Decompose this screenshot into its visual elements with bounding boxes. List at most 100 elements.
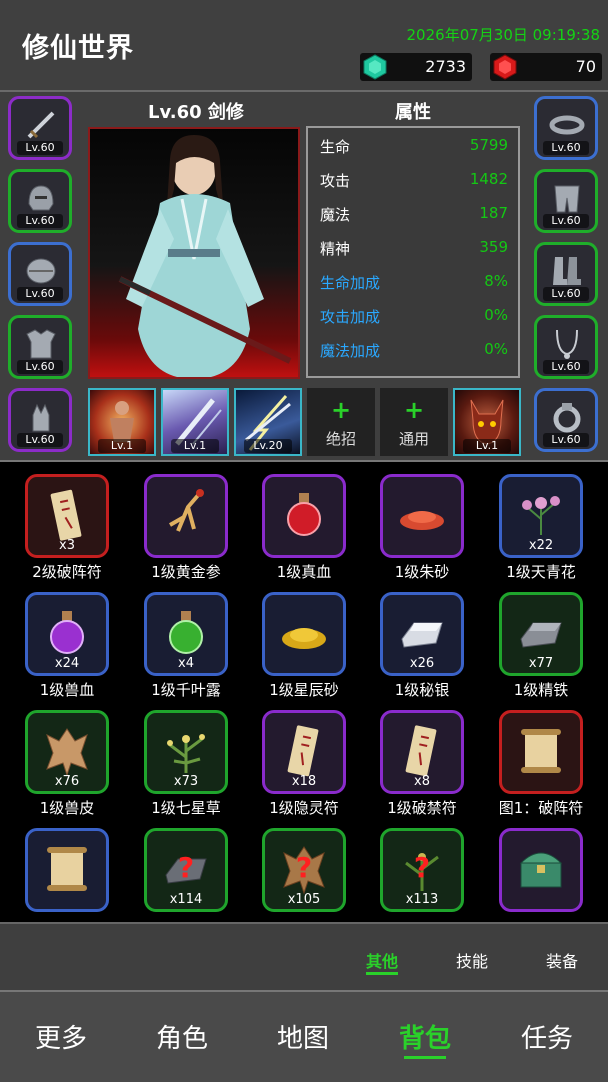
hide-icon <box>46 728 88 777</box>
question-mark-icon: ? <box>295 851 313 884</box>
inventory-item[interactable]: x24 1级兽血 <box>8 580 126 699</box>
attr-row-spirit: 精神 359 <box>320 238 508 258</box>
subtab-skills[interactable]: 技能 <box>456 948 488 972</box>
cinnabar-icon <box>400 511 444 530</box>
ruby-gem-icon <box>492 54 518 80</box>
equip-slot-boots[interactable]: Lv.60 <box>534 242 598 306</box>
inventory-item[interactable]: x8 1级破禁符 <box>363 698 481 817</box>
datetime-display: 2026年07月30日 09:19:38 <box>406 26 600 44</box>
nav-map[interactable]: 地图 <box>258 1018 348 1055</box>
inventory-item[interactable]: x77 1级精铁 <box>482 580 600 699</box>
necklace-icon <box>556 329 578 359</box>
question-mark-icon: ? <box>413 851 431 884</box>
inventory-item[interactable]: x76 1级兽皮 <box>8 698 126 817</box>
equip-slot-armor[interactable]: Lv.60 <box>8 315 72 379</box>
talisman-icon <box>50 489 82 541</box>
bottom-nav: 更多 角色 地图 背包 任务 <box>0 990 608 1082</box>
iron-ingot-icon <box>520 622 562 648</box>
armor-icon <box>26 329 56 359</box>
general-skill-slot[interactable]: + 通用 <box>380 388 448 456</box>
equip-slot-helmet[interactable]: Lv.60 <box>8 169 72 233</box>
sword-icon <box>27 111 55 139</box>
inventory-item[interactable]: 1级朱砂 <box>363 462 481 581</box>
inventory-item[interactable]: x4 1级千叶露 <box>127 580 245 699</box>
attr-row-hp-bonus: 生命加成 8% <box>320 272 508 292</box>
ultimate-skill-slot[interactable]: + 绝招 <box>307 388 375 456</box>
active-nav-underline <box>404 1056 446 1059</box>
equip-slot-pauldron[interactable]: Lv.60 <box>8 242 72 306</box>
inventory-item[interactable]: 1级星辰砂 <box>245 580 363 699</box>
talisman-icon <box>287 725 319 777</box>
scroll-icon <box>521 729 561 773</box>
red-potion-icon <box>287 493 321 536</box>
flower-icon <box>522 496 560 535</box>
inventory-item[interactable]: ? x105 <box>245 816 363 922</box>
inventory-item[interactable]: x22 1级天青花 <box>482 462 600 581</box>
ginseng-icon <box>169 489 204 532</box>
gold-sand-icon <box>282 628 326 649</box>
ruby-amount: 70 <box>575 57 596 76</box>
inventory-subtabs: 其他 技能 装备 <box>0 922 608 992</box>
helmet-icon <box>28 185 54 211</box>
active-tab-underline <box>366 972 399 975</box>
inventory-item[interactable]: x3 2级破阵符 <box>8 462 126 581</box>
ring-icon <box>553 403 581 433</box>
green-potion-icon <box>169 611 203 654</box>
leg-armor-icon <box>554 185 580 213</box>
talisman-icon <box>405 725 437 777</box>
attributes-title: 属性 <box>395 102 431 123</box>
attr-row-magic-bonus: 魔法加成 0% <box>320 340 508 360</box>
pauldron-icon <box>26 258 56 284</box>
equip-slot-necklace[interactable]: Lv.60 <box>534 315 598 379</box>
nav-more[interactable]: 更多 <box>16 1018 106 1055</box>
inventory-item[interactable]: ? x113 <box>363 816 481 922</box>
skill-slot-3[interactable]: Lv.20 <box>234 388 302 456</box>
question-mark-icon: ? <box>177 851 195 884</box>
treasure-chest-icon <box>519 852 563 888</box>
scroll-icon <box>47 847 87 891</box>
inventory-item[interactable] <box>482 816 600 922</box>
add-icon: + <box>330 396 352 424</box>
attr-row-magic: 魔法 187 <box>320 204 508 224</box>
inventory-item[interactable] <box>8 816 126 922</box>
attr-row-hp: 生命 5799 <box>320 136 508 156</box>
game-title: 修仙世界 <box>22 33 134 64</box>
equip-slot-weapon[interactable]: Lv.60 <box>8 96 72 160</box>
equip-slot-gauntlet[interactable]: Lv.60 <box>8 388 72 452</box>
nav-backpack[interactable]: 背包 <box>380 1018 470 1059</box>
jade-amount: 2733 <box>425 57 466 76</box>
character-portrait <box>88 127 300 379</box>
belt-icon <box>549 115 585 135</box>
skill-slot-2[interactable]: Lv.1 <box>161 388 229 456</box>
subtab-equipment[interactable]: 装备 <box>546 948 578 972</box>
inventory-item[interactable]: x26 1级秘银 <box>363 580 481 699</box>
inventory-item[interactable]: x73 1级七星草 <box>127 698 245 817</box>
subtab-other[interactable]: 其他 <box>366 948 399 975</box>
top-bar: 修仙世界 2026年07月30日 09:19:38 2733 70 <box>0 0 608 92</box>
skill-slot-1[interactable]: Lv.1 <box>88 388 156 456</box>
skill-slot-4[interactable]: Lv.1 <box>453 388 521 456</box>
ruby-currency: 70 <box>490 53 602 81</box>
nav-quests[interactable]: 任务 <box>502 1018 592 1055</box>
jade-gem-icon <box>362 54 388 80</box>
jade-currency: 2733 <box>360 53 472 81</box>
inventory-item[interactable]: 图1：破阵符 <box>482 698 600 817</box>
gauntlet-icon <box>32 403 50 432</box>
equip-slot-belt[interactable]: Lv.60 <box>534 96 598 160</box>
inventory-item[interactable]: ? x114 <box>127 816 245 922</box>
purple-potion-icon <box>50 611 84 654</box>
character-name: Lv.60 剑修 <box>148 102 244 123</box>
inventory-item[interactable]: x18 1级隐灵符 <box>245 698 363 817</box>
inventory-item[interactable]: 1级真血 <box>245 462 363 581</box>
inventory-item[interactable]: 1级黄金参 <box>127 462 245 581</box>
nav-character[interactable]: 角色 <box>137 1018 227 1055</box>
equip-slot-leg-armor[interactable]: Lv.60 <box>534 169 598 233</box>
silver-ingot-icon <box>401 622 443 648</box>
equip-slot-ring[interactable]: Lv.60 <box>534 388 598 452</box>
attributes-panel[interactable]: 生命 5799 攻击 1482 魔法 187 精神 359 生命加成 8% 攻击加成 0% … <box>306 126 520 378</box>
inventory-grid[interactable]: x3 2级破阵符 1级黄金参 1级真血 1级朱砂 x22 1级天青花 x24 1… <box>0 462 608 922</box>
herb-icon <box>167 734 205 773</box>
add-icon: + <box>403 396 425 424</box>
attr-row-attack: 攻击 1482 <box>320 170 508 190</box>
attr-row-attack-bonus: 攻击加成 0% <box>320 306 508 326</box>
